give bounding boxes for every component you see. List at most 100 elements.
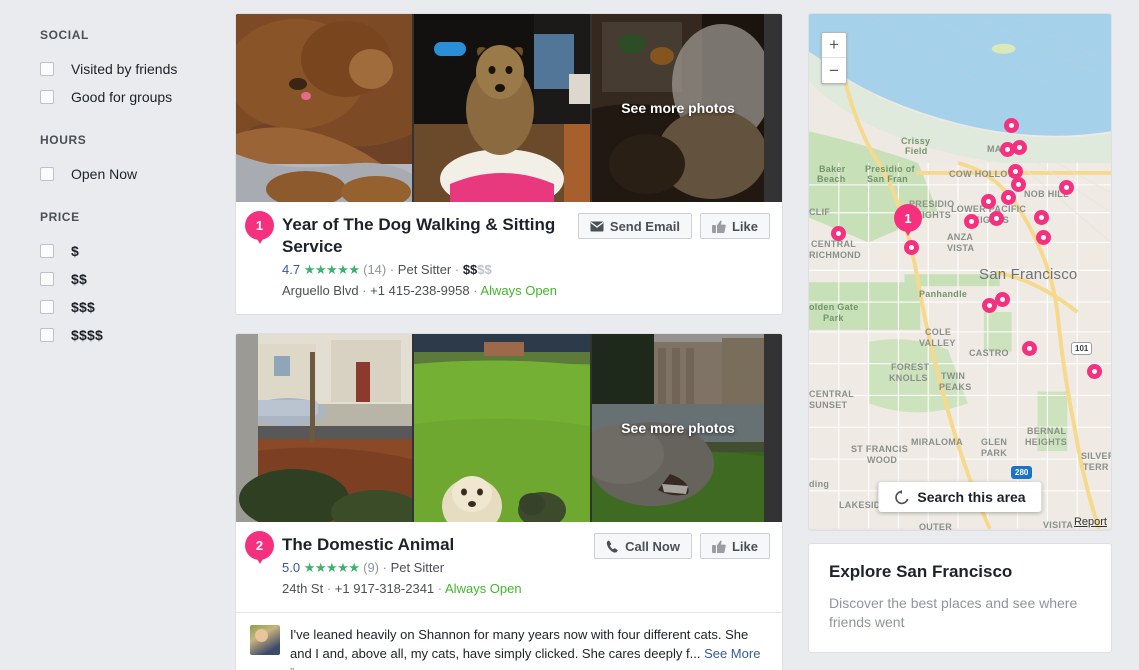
- map-pin[interactable]: [989, 211, 1004, 226]
- filter-option-label: Good for groups: [71, 89, 173, 105]
- business-name[interactable]: The Domestic Animal: [282, 534, 582, 556]
- checkbox[interactable]: [40, 167, 54, 181]
- avatar[interactable]: [250, 625, 280, 655]
- map-label: Baker: [819, 164, 846, 174]
- refresh-icon: [895, 489, 909, 504]
- map-label: CENTRAL: [811, 239, 857, 249]
- filters-sidebar: SOCIAL Visited by friends Good for group…: [0, 0, 235, 670]
- phone-icon: [606, 540, 618, 553]
- star-rating: ★★★★★: [303, 262, 360, 277]
- map-label: TERR: [1083, 462, 1109, 472]
- map-pin[interactable]: [904, 240, 919, 255]
- result-rank-pin: 2: [245, 531, 274, 560]
- filter-option-price-2[interactable]: $$: [40, 265, 235, 293]
- map-report-link[interactable]: Report: [1074, 516, 1107, 528]
- photo-thumbnail[interactable]: [414, 334, 590, 522]
- like-button[interactable]: Like: [699, 533, 770, 559]
- map-label: GLEN: [981, 437, 1008, 447]
- photo-thumbnail[interactable]: [236, 14, 412, 202]
- result-info: 2 Call Now Like The Domestic Animal 5.0 …: [236, 522, 782, 612]
- map-label: BERNAL: [1027, 426, 1067, 436]
- filter-option-label: $: [71, 243, 79, 259]
- zoom-out-button[interactable]: −: [822, 58, 846, 83]
- map-panel[interactable]: + − Crissy Field Baker Beach Presidio of San …: [808, 13, 1112, 531]
- call-now-label: Call Now: [625, 538, 680, 554]
- map-pin[interactable]: [964, 214, 979, 229]
- see-more-photos-overlay[interactable]: See more photos: [592, 334, 764, 522]
- thumbs-up-icon: [711, 220, 726, 233]
- map-pin[interactable]: [831, 226, 846, 241]
- map-pin[interactable]: [1036, 230, 1051, 245]
- filter-option-price-3[interactable]: $$$: [40, 293, 235, 321]
- filter-option-price-1[interactable]: $: [40, 237, 235, 265]
- map-pin[interactable]: [1011, 177, 1026, 192]
- filter-option-open-now[interactable]: Open Now: [40, 160, 235, 188]
- filter-option-visited-by-friends[interactable]: Visited by friends: [40, 55, 235, 83]
- business-name[interactable]: Year of The Dog Walking & Sitting Servic…: [282, 214, 582, 258]
- rating-value: 5.0: [282, 560, 301, 575]
- send-email-button[interactable]: Send Email: [577, 213, 692, 239]
- see-more-photos-overlay[interactable]: See more photos: [592, 14, 764, 202]
- map-label: SILVER: [1081, 451, 1112, 461]
- business-address: Arguello Blvd: [282, 283, 359, 298]
- star-rating: ★★★★★: [303, 560, 360, 575]
- thumbs-up-icon: [711, 540, 726, 553]
- checkbox[interactable]: [40, 244, 54, 258]
- map-label: TWIN: [941, 371, 966, 381]
- photo-strip[interactable]: See more photos: [236, 14, 782, 202]
- map-pin[interactable]: [981, 194, 996, 209]
- map-label: San Fran: [867, 174, 908, 184]
- result-card-1[interactable]: See more photos 1 Send Email Like Year o…: [235, 13, 783, 315]
- send-email-label: Send Email: [609, 218, 680, 234]
- map-label: olden Gate: [809, 302, 859, 312]
- see-more-photos-label: See more photos: [621, 100, 735, 116]
- search-this-area-button[interactable]: Search this area: [878, 482, 1042, 512]
- map-pin[interactable]: [1012, 140, 1027, 155]
- result-rank-number: 1: [255, 218, 264, 233]
- photo-thumbnail[interactable]: [236, 334, 412, 522]
- map-label: VISITA: [1043, 520, 1074, 530]
- map-zoom-controls[interactable]: + −: [821, 32, 847, 84]
- see-more-link[interactable]: See More: [704, 646, 760, 661]
- filter-group-social: SOCIAL Visited by friends Good for group…: [40, 28, 235, 111]
- search-this-area-label: Search this area: [917, 489, 1026, 505]
- map-pin[interactable]: [1022, 341, 1037, 356]
- map-pin-selected[interactable]: 1: [894, 204, 922, 232]
- filter-option-price-4[interactable]: $$$$: [40, 321, 235, 349]
- review-text-wrapper: I've leaned heavily on Shannon for many …: [290, 625, 768, 670]
- map-label: RICHMOND: [809, 250, 861, 260]
- map-pin[interactable]: [1087, 364, 1102, 379]
- map-pin[interactable]: [995, 292, 1010, 307]
- checkbox[interactable]: [40, 300, 54, 314]
- photo-thumbnail[interactable]: [414, 14, 590, 202]
- map-pin[interactable]: [1034, 210, 1049, 225]
- checkbox[interactable]: [40, 90, 54, 104]
- map-label: OUTER: [919, 522, 952, 531]
- map-label: PEAKS: [939, 382, 972, 392]
- map-label: COLE: [925, 327, 952, 337]
- map-pin[interactable]: [1004, 118, 1019, 133]
- zoom-in-button[interactable]: +: [822, 33, 846, 58]
- photo-thumbnail-more[interactable]: See more photos: [592, 334, 764, 522]
- map-pin[interactable]: [1001, 190, 1016, 205]
- filter-group-title: HOURS: [40, 133, 87, 147]
- explore-subtitle: Discover the best places and see where f…: [829, 595, 1078, 630]
- filter-group-price: PRICE $ $$ $$$ $$$$: [40, 210, 235, 349]
- review-count: (9): [363, 560, 379, 575]
- checkbox[interactable]: [40, 328, 54, 342]
- photo-thumbnail-more[interactable]: See more photos: [592, 14, 764, 202]
- price-level-empty: $$: [477, 262, 492, 277]
- result-card-2[interactable]: See more photos 2 Call Now Like The Dome…: [235, 333, 783, 670]
- checkbox[interactable]: [40, 272, 54, 286]
- business-phone: +1 917-318-2341: [334, 581, 435, 596]
- filter-option-good-for-groups[interactable]: Good for groups: [40, 83, 235, 111]
- call-now-button[interactable]: Call Now: [594, 533, 692, 559]
- photo-strip[interactable]: See more photos: [236, 334, 782, 522]
- map-label: CENTRAL: [809, 389, 855, 399]
- like-button[interactable]: Like: [699, 213, 770, 239]
- checkbox[interactable]: [40, 62, 54, 76]
- filter-group-title: PRICE: [40, 210, 80, 224]
- dog-photo-1: [236, 14, 412, 202]
- map-pin[interactable]: [1059, 180, 1074, 195]
- map-label: PARK: [981, 448, 1008, 458]
